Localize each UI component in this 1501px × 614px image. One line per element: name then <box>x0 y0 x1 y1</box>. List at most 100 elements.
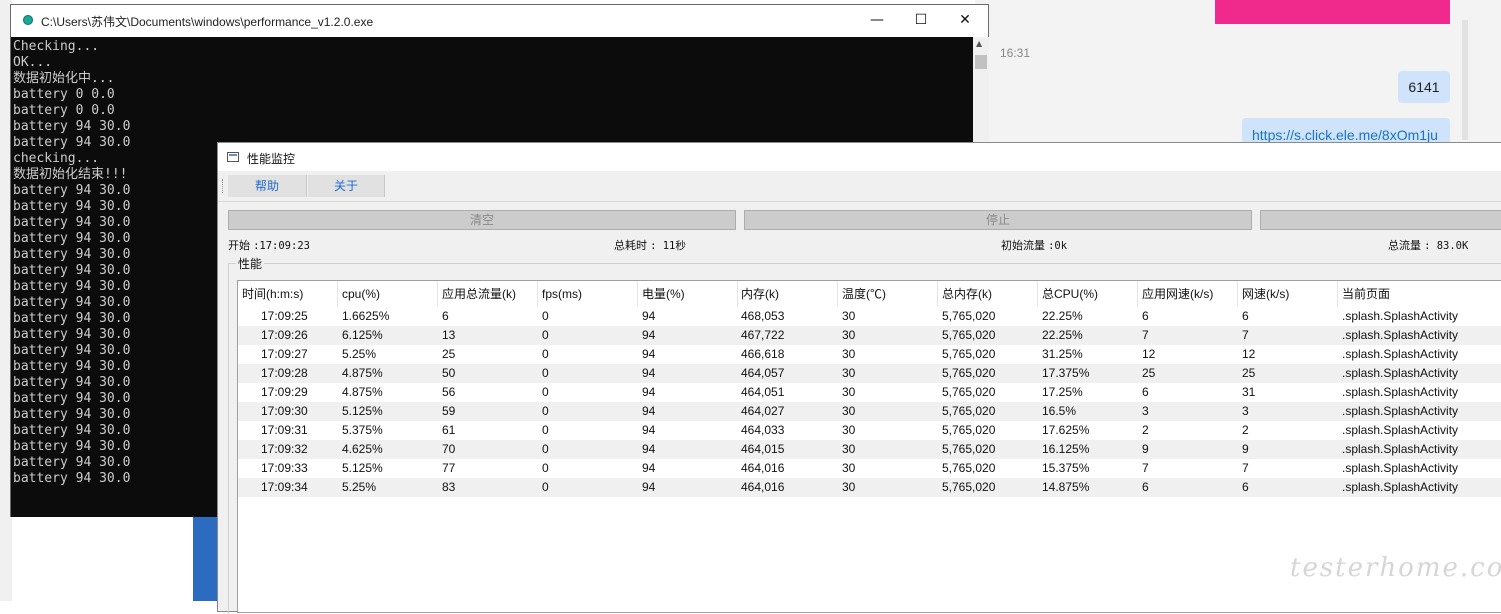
table-cell: 4.875% <box>342 366 383 380</box>
table-cell: 0 <box>542 442 549 456</box>
table-cell: 25 <box>1242 366 1256 380</box>
table-row[interactable]: 17:09:25 1.6625% 6 0 94 468,053 30 5,765,020 22.… <box>238 307 1501 326</box>
table-cell: 77 <box>442 461 456 475</box>
column-header[interactable]: 电量(%) <box>638 281 738 307</box>
table-cell: 30 <box>842 480 856 494</box>
table-cell: .splash.SplashActivity <box>1342 347 1459 361</box>
minimize-button[interactable]: — <box>854 5 900 37</box>
table-cell: 6 <box>1142 309 1149 323</box>
table-cell: 16.125% <box>1042 442 1090 456</box>
table-cell: 5.125% <box>342 461 383 475</box>
table-row[interactable]: 17:09:30 5.125% 59 0 94 464,027 30 5,765,020 16.… <box>238 402 1501 421</box>
console-line: battery 94 30.0 <box>13 375 131 390</box>
third-action-button[interactable] <box>1260 210 1501 230</box>
table-cell: 30 <box>842 423 856 437</box>
console-line: battery 94 30.0 <box>13 279 131 294</box>
table-cell: 464,016 <box>741 461 785 475</box>
table-cell: 50 <box>442 366 456 380</box>
chat-scrollbar[interactable] <box>1462 20 1468 140</box>
table-cell: 6 <box>442 309 449 323</box>
console-titlebar[interactable]: C:\Users\苏伟文\Documents\windows\performan… <box>11 5 988 37</box>
table-cell: 25 <box>1142 366 1156 380</box>
console-line: battery 94 30.0 <box>13 215 131 230</box>
start-time-stat: 开始 :17:09:23 <box>228 237 310 253</box>
table-cell: .splash.SplashActivity <box>1342 480 1459 494</box>
total-flow-stat: 总流量 : 83.0K <box>1388 237 1468 253</box>
column-header[interactable]: 时间(h:m:s) <box>238 281 338 307</box>
table-cell: 0 <box>542 347 549 361</box>
table-cell: 94 <box>642 480 656 494</box>
console-line: battery 94 30.0 <box>13 247 131 262</box>
column-header[interactable]: 总内存(k) <box>938 281 1038 307</box>
column-header[interactable]: cpu(%) <box>338 281 438 307</box>
console-line: battery 94 30.0 <box>13 455 131 470</box>
performance-monitor-window[interactable]: 性能监控 帮助 关于 清空 停止 开始 :17:09:23 总耗时 : 11秒 … <box>217 142 1501 614</box>
scroll-thumb[interactable] <box>975 55 987 69</box>
console-line: 数据初始化结束!!! <box>13 167 128 182</box>
table-cell: 22.25% <box>1042 328 1083 342</box>
column-header[interactable]: 当前页面 <box>1338 281 1501 307</box>
table-cell: 31.25% <box>1042 347 1083 361</box>
table-cell: 5.25% <box>342 480 377 494</box>
perf-titlebar[interactable]: 性能监控 <box>218 143 1501 171</box>
table-row[interactable]: 17:09:29 4.875% 56 0 94 464,051 30 5,765,020 17.… <box>238 383 1501 402</box>
column-header[interactable]: 网速(k/s) <box>1238 281 1338 307</box>
column-header[interactable]: 总CPU(%) <box>1038 281 1138 307</box>
table-row[interactable]: 17:09:27 5.25% 25 0 94 466,618 30 5,765,020 31.2… <box>238 345 1501 364</box>
table-cell: 0 <box>542 309 549 323</box>
table-cell: 0 <box>542 328 549 342</box>
column-header[interactable]: fps(ms) <box>538 281 638 307</box>
table-row[interactable]: 17:09:28 4.875% 50 0 94 464,057 30 5,765,020 17.… <box>238 364 1501 383</box>
table-row[interactable]: 17:09:32 4.625% 70 0 94 464,015 30 5,765,020 16.… <box>238 440 1501 459</box>
table-cell: 16.5% <box>1042 404 1077 418</box>
chat-message-bubble[interactable]: 6141 <box>1398 71 1450 103</box>
table-cell: 6 <box>1242 480 1249 494</box>
about-button[interactable]: 关于 <box>308 175 385 197</box>
table-cell: 83 <box>442 480 456 494</box>
column-header[interactable]: 应用总流量(k) <box>438 281 538 307</box>
table-cell: 94 <box>642 385 656 399</box>
table-cell: 0 <box>542 461 549 475</box>
console-line: battery 94 30.0 <box>13 439 131 454</box>
table-cell: 17.375% <box>1042 366 1090 380</box>
init-flow-stat: 初始流量 :0k <box>1001 237 1067 253</box>
column-header[interactable]: 内存(k) <box>737 281 838 307</box>
table-row[interactable]: 17:09:34 5.25% 83 0 94 464,016 30 5,765,020 14.8… <box>238 478 1501 497</box>
perf-title: 性能监控 <box>247 152 296 166</box>
clear-button[interactable]: 清空 <box>228 210 736 230</box>
table-cell: 5,765,020 <box>942 461 996 475</box>
console-line: Checking... <box>13 39 100 54</box>
table-cell: 464,033 <box>741 423 785 437</box>
table-cell: 15.375% <box>1042 461 1090 475</box>
table-cell: .splash.SplashActivity <box>1342 461 1459 475</box>
table-row[interactable]: 17:09:31 5.375% 61 0 94 464,033 30 5,765,020 17.… <box>238 421 1501 440</box>
table-cell: 12 <box>1242 347 1256 361</box>
table-cell: 0 <box>542 404 549 418</box>
table-cell: 61 <box>442 423 456 437</box>
table-cell: 30 <box>842 461 856 475</box>
table-cell: 17:09:28 <box>261 366 308 380</box>
table-row[interactable]: 17:09:33 5.125% 77 0 94 464,016 30 5,765,020 15.… <box>238 459 1501 478</box>
table-cell: 56 <box>442 385 456 399</box>
help-button[interactable]: 帮助 <box>228 175 307 197</box>
table-cell: 7 <box>1242 461 1249 475</box>
maximize-button[interactable]: ☐ <box>898 5 944 37</box>
chat-image-preview[interactable] <box>1215 0 1450 24</box>
table-cell: 7 <box>1142 328 1149 342</box>
toolbar-grip[interactable] <box>222 179 225 193</box>
table-cell: 5,765,020 <box>942 480 996 494</box>
scroll-up-arrow-icon[interactable]: ▲ <box>976 39 982 48</box>
stop-button[interactable]: 停止 <box>744 210 1252 230</box>
table-cell: 5.125% <box>342 404 383 418</box>
table-cell: 0 <box>542 385 549 399</box>
table-cell: .splash.SplashActivity <box>1342 385 1459 399</box>
column-header[interactable]: 应用网速(k/s) <box>1138 281 1238 307</box>
table-row[interactable]: 17:09:26 6.125% 13 0 94 467,722 30 5,765,020 22.… <box>238 326 1501 345</box>
console-line: battery 94 30.0 <box>13 391 131 406</box>
table-cell: 12 <box>1142 347 1156 361</box>
total-flow-value: : 83.0K <box>1424 240 1469 252</box>
console-line: battery 94 30.0 <box>13 295 131 310</box>
table-cell: 0 <box>542 480 549 494</box>
column-header[interactable]: 温度(℃) <box>838 281 938 307</box>
close-button[interactable]: ✕ <box>942 5 988 37</box>
